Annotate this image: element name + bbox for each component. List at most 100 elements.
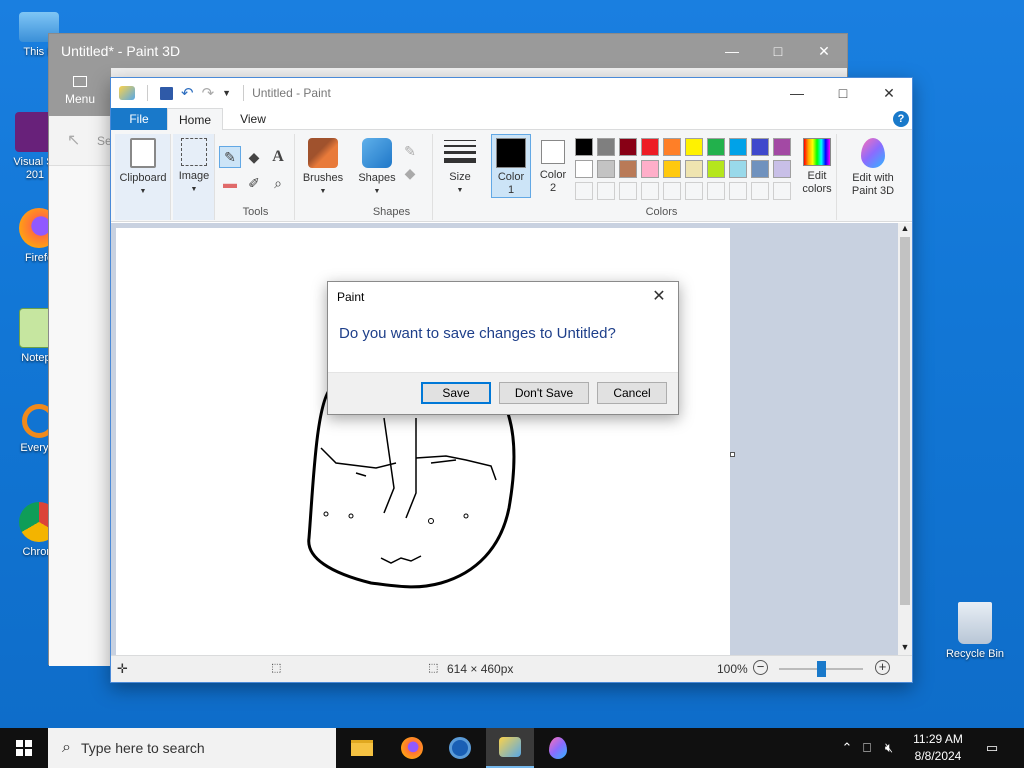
palette-swatch[interactable] [575, 160, 593, 178]
palette-swatch[interactable] [663, 160, 681, 178]
magnifier-icon[interactable]: ⌕ [269, 174, 287, 192]
taskbar-file-explorer[interactable] [338, 728, 386, 768]
fill-icon[interactable]: ◆ [401, 164, 419, 182]
palette-swatch[interactable] [663, 138, 681, 156]
palette-swatch[interactable] [597, 160, 615, 178]
pencil-icon[interactable]: ✎ [219, 146, 241, 168]
network-icon[interactable]: ⎕ [856, 740, 878, 756]
cancel-button[interactable]: Cancel [597, 382, 667, 404]
zoom-slider[interactable] [779, 661, 863, 677]
chevron-up-icon[interactable]: ⌃ [838, 740, 856, 756]
dialog-title: Paint [337, 290, 365, 304]
notification-icon[interactable]: ▭ [980, 728, 1004, 768]
palette-swatch[interactable] [619, 182, 637, 200]
volume-muted-icon[interactable]: 🔇︎ [878, 740, 900, 756]
undo-icon[interactable]: ↶ [181, 84, 194, 102]
palette-swatch[interactable] [685, 182, 703, 200]
taskbar-clock[interactable]: 11:29 AM 8/8/2024 [904, 731, 972, 765]
palette-swatch[interactable] [729, 160, 747, 178]
palette-swatch[interactable] [641, 138, 659, 156]
palette-swatch[interactable] [641, 182, 659, 200]
paint-app-icon[interactable] [119, 86, 135, 100]
tab-home[interactable]: Home [167, 108, 223, 130]
palette-swatch[interactable] [685, 160, 703, 178]
image-group[interactable]: Image ▼ [173, 134, 215, 220]
paint3d-close-button[interactable]: ✕ [801, 34, 847, 68]
color-picker-icon[interactable]: ✐ [245, 174, 263, 192]
palette-swatch[interactable] [685, 138, 703, 156]
scroll-up-icon[interactable]: ▲ [898, 223, 912, 237]
taskbar-firefox[interactable] [388, 728, 436, 768]
tab-file[interactable]: File [111, 108, 167, 130]
canvas-resize-handle[interactable] [730, 452, 735, 457]
palette-swatch[interactable] [597, 138, 615, 156]
select-arrow-icon[interactable]: ↖ [67, 130, 80, 150]
search-input[interactable]: Type here to search [81, 740, 205, 756]
palette-swatch[interactable] [751, 182, 769, 200]
canvas-size-icon: ⬚ [428, 662, 439, 674]
taskbar-paint3d[interactable] [534, 728, 582, 768]
scroll-down-icon[interactable]: ▼ [898, 642, 912, 656]
size-button[interactable]: Size ▼ [435, 134, 485, 220]
vertical-scrollbar[interactable]: ▲ ▼ [898, 223, 912, 656]
dialog-footer: Save Don't Save Cancel [328, 372, 678, 414]
edit-with-paint3d-button[interactable]: Edit with Paint 3D [841, 134, 905, 220]
desktop-icon-recycle-bin[interactable]: Recycle Bin [940, 602, 1010, 661]
edit-colors-button[interactable]: Edit colors [799, 138, 835, 196]
color2-button[interactable]: Color 2 [533, 134, 573, 198]
paint3d-menu-button[interactable]: Menu [49, 68, 111, 116]
paint-maximize-button[interactable]: □ [820, 78, 866, 108]
paint-close-button[interactable]: ✕ [866, 78, 912, 108]
shapes-button[interactable]: Shapes ▼ [355, 138, 399, 198]
palette-swatch[interactable] [707, 138, 725, 156]
palette-swatch[interactable] [773, 160, 791, 178]
clipboard-group[interactable]: Clipboard ▼ [115, 134, 171, 220]
color1-button[interactable]: Color 1 [491, 134, 531, 198]
zoom-slider-thumb[interactable] [817, 661, 826, 677]
outline-icon[interactable]: ✎ [401, 142, 419, 160]
colors-group: Color 1 Color 2 Edit colors Colors [487, 134, 837, 220]
palette-swatch[interactable] [575, 182, 593, 200]
color-palette [575, 134, 797, 200]
redo-icon[interactable]: ↷ [202, 84, 215, 102]
paint-title: Untitled - Paint [252, 86, 331, 100]
save-button[interactable]: Save [421, 382, 491, 404]
zoom-out-icon[interactable]: − [753, 660, 768, 675]
eraser-icon[interactable]: ▬ [221, 174, 239, 192]
palette-swatch[interactable] [619, 138, 637, 156]
palette-swatch[interactable] [729, 138, 747, 156]
dialog-close-icon[interactable]: ✕ [648, 286, 670, 308]
taskbar-paint[interactable] [486, 728, 534, 768]
palette-swatch[interactable] [707, 160, 725, 178]
palette-swatch[interactable] [773, 182, 791, 200]
scrollbar-thumb[interactable] [900, 237, 910, 605]
palette-swatch[interactable] [751, 138, 769, 156]
taskbar-search[interactable]: ⌕ Type here to search [48, 728, 336, 768]
start-button[interactable] [0, 728, 48, 768]
tab-view[interactable]: View [229, 108, 277, 130]
paint-minimize-button[interactable]: — [774, 78, 820, 108]
brushes-button[interactable]: Brushes ▼ [297, 134, 349, 220]
fill-bucket-icon[interactable]: ◆ [245, 148, 263, 166]
paint3d-icon [861, 138, 885, 168]
dont-save-button[interactable]: Don't Save [499, 382, 589, 404]
palette-swatch[interactable] [619, 160, 637, 178]
quick-access-dropdown-icon[interactable]: ▼ [222, 88, 231, 98]
zoom-in-icon[interactable]: + [875, 660, 890, 675]
palette-swatch[interactable] [773, 138, 791, 156]
palette-swatch[interactable] [597, 182, 615, 200]
help-icon[interactable]: ? [893, 111, 909, 127]
paint3d-minimize-button[interactable]: — [709, 34, 755, 68]
paint3d-maximize-button[interactable]: □ [755, 34, 801, 68]
palette-swatch[interactable] [663, 182, 681, 200]
save-icon[interactable] [160, 86, 173, 100]
taskbar-chrome[interactable] [436, 728, 484, 768]
palette-swatch[interactable] [729, 182, 747, 200]
palette-swatch[interactable] [641, 160, 659, 178]
recycle-bin-icon [958, 602, 992, 644]
palette-swatch[interactable] [707, 182, 725, 200]
palette-swatch[interactable] [751, 160, 769, 178]
palette-swatch[interactable] [575, 138, 593, 156]
text-tool-icon[interactable]: A [269, 148, 287, 166]
paint-icon [499, 737, 521, 757]
